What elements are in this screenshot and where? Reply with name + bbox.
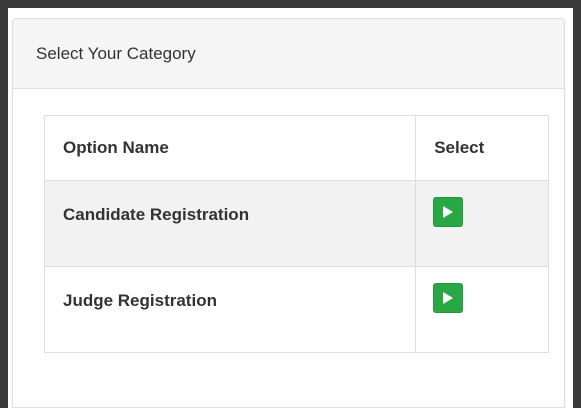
- table-row-candidate-registration: Candidate Registration: [43, 180, 549, 267]
- select-cell: [415, 180, 549, 267]
- panel-title: Select Your Category: [36, 43, 196, 63]
- play-icon: [443, 292, 454, 304]
- select-judge-registration-button[interactable]: [433, 283, 464, 313]
- column-header-option-name: Option Name: [43, 115, 417, 181]
- column-header-select: Select: [415, 115, 549, 181]
- table-header-row: Option Name Select: [43, 115, 549, 181]
- category-table: Option Name Select Candidate Registratio…: [43, 115, 549, 353]
- option-name-cell: Judge Registration: [43, 266, 417, 353]
- select-candidate-registration-button[interactable]: [433, 197, 464, 227]
- table-row-judge-registration: Judge Registration: [43, 266, 549, 353]
- select-cell: [415, 266, 549, 353]
- play-icon: [443, 206, 454, 218]
- category-panel: Select Your Category Option Name Select …: [12, 18, 565, 408]
- panel-heading: Select Your Category: [13, 19, 564, 89]
- option-name-cell: Candidate Registration: [43, 180, 417, 267]
